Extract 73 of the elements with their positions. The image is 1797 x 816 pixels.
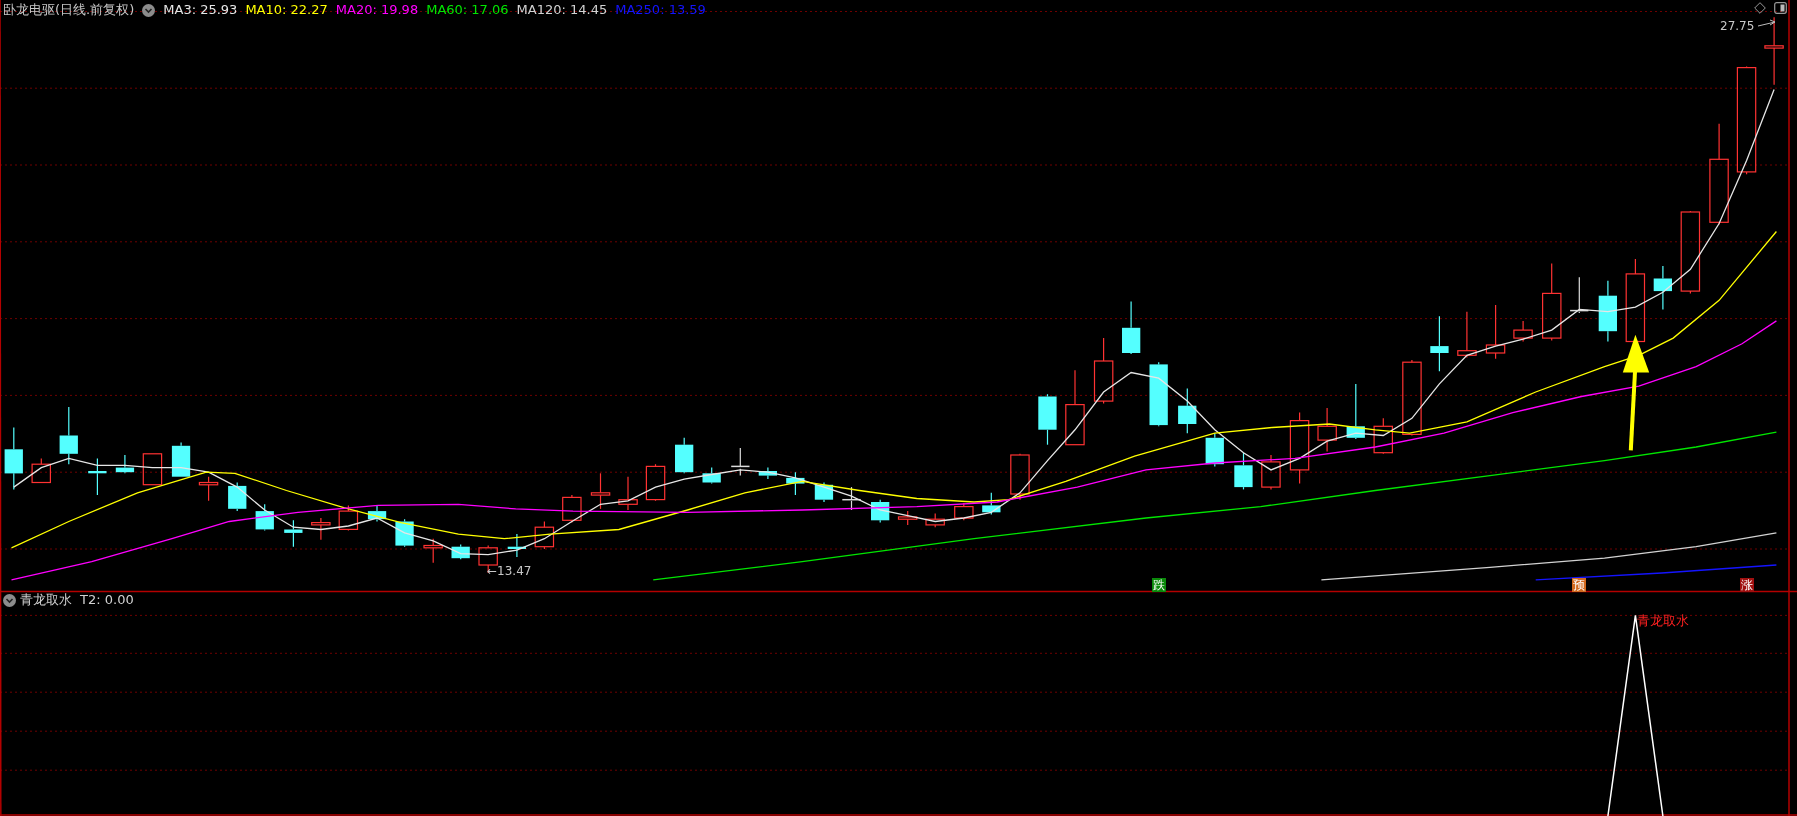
- ma-value: MA20: 19.98: [335, 1, 419, 19]
- candlestick: [311, 517, 331, 541]
- candlestick: [1598, 280, 1617, 343]
- candlestick: [284, 519, 303, 548]
- candlestick: [115, 454, 135, 474]
- ma-value: MA3: 25.93: [163, 1, 238, 19]
- candlestick: [1457, 311, 1477, 359]
- candlestick: [1764, 16, 1784, 86]
- signal-marker: 跌: [1151, 578, 1166, 592]
- candlestick: [1430, 315, 1449, 372]
- candlestick: [1093, 337, 1114, 404]
- candlestick: [1149, 361, 1168, 427]
- candlestick: [1317, 407, 1337, 453]
- candlestick: [1122, 300, 1141, 355]
- indicator-signal-label: 青龙取水: [1637, 614, 1689, 628]
- candlestick: [1261, 454, 1281, 490]
- candlestick: [1373, 417, 1393, 455]
- candlestick: [1513, 320, 1533, 343]
- candlestick: [1485, 304, 1506, 360]
- candlestick: [31, 457, 51, 484]
- candlestick: [1346, 383, 1365, 440]
- candlestick: [982, 492, 1001, 516]
- candlestick: [228, 481, 247, 512]
- candlestick: [645, 463, 666, 502]
- candlestick: [423, 538, 443, 564]
- candlestick: [534, 520, 555, 550]
- panel-toggle-icon[interactable]: [1774, 2, 1787, 14]
- candlestick: [786, 471, 805, 496]
- candlestick: [1205, 432, 1224, 467]
- candlestick: [702, 467, 721, 485]
- candlestick: [925, 512, 945, 528]
- candlestick: [758, 467, 777, 480]
- candlestick: [171, 441, 191, 478]
- indicator-value: T2: 0.00: [80, 591, 134, 609]
- candlestick: [1038, 393, 1057, 446]
- candlestick: [88, 457, 107, 496]
- candlestick: [1178, 387, 1197, 434]
- ma-value: MA120: 14.45: [516, 1, 608, 19]
- candlestick: [507, 533, 526, 558]
- candlestick: [618, 476, 638, 511]
- price-label: ←13.47: [487, 564, 532, 578]
- candlestick: [451, 543, 470, 560]
- ma-value: MA250: 13.59: [615, 1, 706, 19]
- candlestick: [4, 426, 23, 490]
- candlestick: [841, 486, 862, 511]
- candlestick: [1653, 265, 1672, 310]
- candlestick: [198, 476, 219, 502]
- signal-marker: 涨: [1739, 578, 1754, 592]
- collapse-icon[interactable]: [3, 593, 16, 607]
- price-label: 27.75: [1720, 19, 1755, 33]
- candlestick: [255, 503, 274, 532]
- candlestick: [367, 504, 387, 523]
- candlestick: [1010, 453, 1030, 501]
- candlestick: [142, 453, 163, 486]
- collapse-icon[interactable]: [142, 3, 156, 17]
- candlestick: [954, 502, 974, 521]
- pointer-arrow: [1757, 19, 1776, 27]
- stock-title: 卧龙电驱(日线.前复权): [3, 1, 135, 19]
- candlestick: [59, 406, 78, 465]
- ma-value: MA60: 17.06: [426, 1, 509, 19]
- candlestick: [897, 510, 918, 526]
- indicator-name: 青龙取水: [20, 591, 72, 609]
- diamond-icon[interactable]: [1754, 2, 1766, 14]
- candlestick: [730, 447, 751, 477]
- candlestick: [338, 504, 359, 532]
- candlestick: [871, 499, 890, 524]
- candlestick: [1234, 452, 1253, 490]
- candlestick: [562, 494, 582, 524]
- candlestick: [590, 472, 611, 510]
- signal-marker: 预: [1572, 578, 1587, 592]
- candlestick: [675, 437, 694, 474]
- candlestick: [814, 481, 834, 503]
- ma-value: MA10: 22.27: [245, 1, 328, 19]
